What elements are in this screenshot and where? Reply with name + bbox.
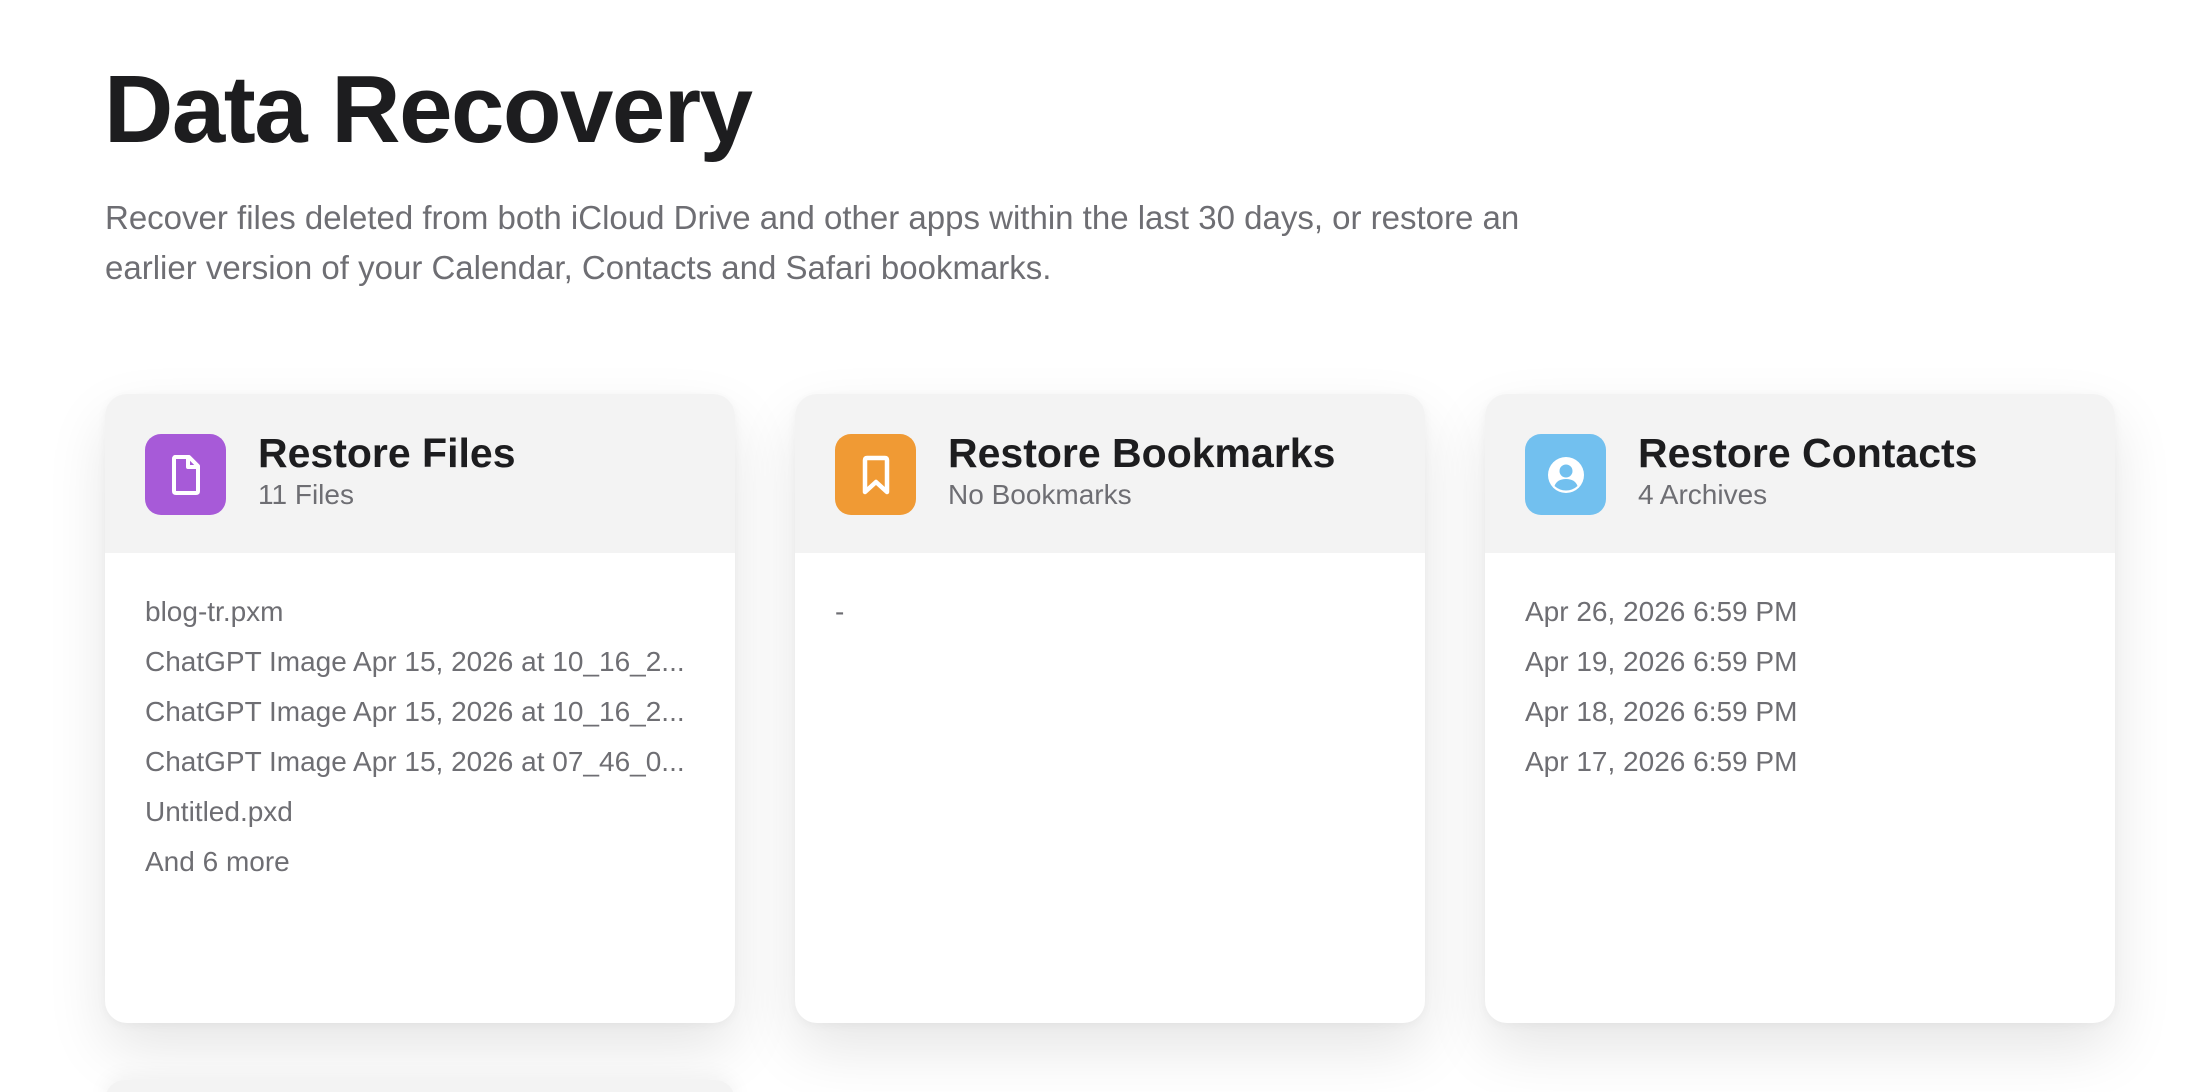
card-subtitle: No Bookmarks bbox=[948, 479, 1132, 510]
card-subtitle: 4 Archives bbox=[1638, 479, 1768, 510]
restore-files-card[interactable]: Restore Files 11 Files blog-tr.pxm ChatG… bbox=[105, 394, 735, 1023]
page-title: Data Recovery bbox=[104, 56, 753, 163]
card-header: Restore Files 11 Files bbox=[105, 394, 735, 553]
card-subtitle: 11 Files bbox=[258, 479, 354, 510]
card-title: Restore Files bbox=[258, 430, 516, 476]
card-header: Restore Bookmarks No Bookmarks bbox=[795, 394, 1425, 553]
archive-item: Apr 26, 2026 6:59 PM bbox=[1525, 596, 1798, 627]
card-title: Restore Bookmarks bbox=[948, 430, 1336, 476]
data-recovery-page: Data Recovery Recover files deleted from… bbox=[0, 0, 2194, 1092]
restore-contacts-card[interactable]: Restore Contacts 4 Archives Apr 26, 2026… bbox=[1485, 394, 2115, 1023]
file-item: ChatGPT Image Apr 15, 2026 at 10_16_2... bbox=[145, 696, 685, 727]
contact-icon bbox=[1525, 434, 1606, 515]
bookmark-item: - bbox=[835, 596, 845, 627]
file-item: Untitled.pxd bbox=[145, 796, 293, 827]
archive-item: Apr 18, 2026 6:59 PM bbox=[1525, 696, 1798, 727]
card-body: Apr 26, 2026 6:59 PM Apr 19, 2026 6:59 P… bbox=[1485, 553, 2115, 787]
file-item: blog-tr.pxm bbox=[145, 596, 284, 627]
bookmark-icon bbox=[835, 434, 916, 515]
archive-item: Apr 19, 2026 6:59 PM bbox=[1525, 646, 1798, 677]
restore-bookmarks-card[interactable]: Restore Bookmarks No Bookmarks - bbox=[795, 394, 1425, 1023]
card-body: - bbox=[795, 553, 1425, 637]
card-title: Restore Contacts bbox=[1638, 430, 1978, 476]
file-item: ChatGPT Image Apr 15, 2026 at 07_46_0... bbox=[145, 746, 685, 777]
more-files-label: And 6 more bbox=[145, 846, 290, 877]
document-icon bbox=[145, 434, 226, 515]
next-card-peek bbox=[105, 1080, 735, 1092]
card-header: Restore Contacts 4 Archives bbox=[1485, 394, 2115, 553]
file-item: ChatGPT Image Apr 15, 2026 at 10_16_2... bbox=[145, 646, 685, 677]
archive-item: Apr 17, 2026 6:59 PM bbox=[1525, 746, 1798, 777]
card-body: blog-tr.pxm ChatGPT Image Apr 15, 2026 a… bbox=[105, 553, 735, 887]
page-description: Recover files deleted from both iCloud D… bbox=[105, 199, 1520, 286]
